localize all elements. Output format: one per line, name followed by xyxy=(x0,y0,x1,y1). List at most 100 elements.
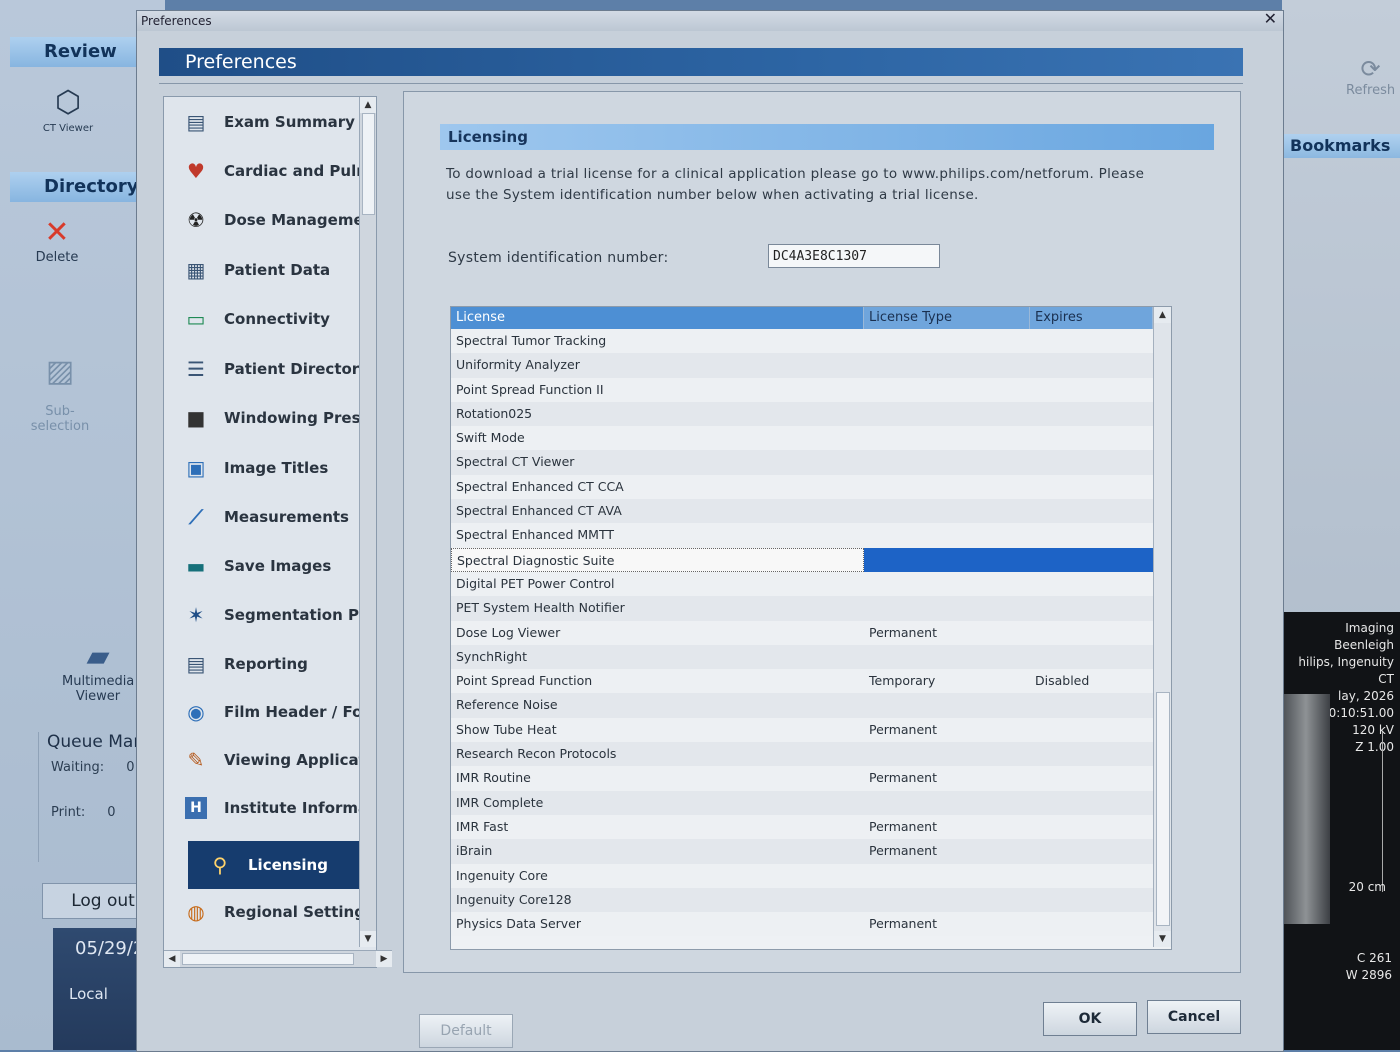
table-row[interactable]: Digital PET Power Control xyxy=(451,571,1153,597)
nav-scroll-thumb[interactable] xyxy=(362,113,375,215)
table-row[interactable]: Spectral CT Viewer xyxy=(451,450,1153,475)
close-icon[interactable]: ✕ xyxy=(1260,9,1277,29)
cell-license-type xyxy=(864,791,1030,815)
table-row[interactable]: Uniformity Analyzer xyxy=(451,353,1153,378)
table-row[interactable]: Spectral Tumor Tracking xyxy=(451,329,1153,354)
ok-button[interactable]: OK xyxy=(1043,1002,1137,1036)
sub-selection-tool[interactable]: ▨ Sub- selection xyxy=(30,340,90,435)
table-row[interactable]: IMR Fast Permanent xyxy=(451,814,1153,840)
nav-item-dose-management[interactable]: ☢ Dose Management xyxy=(164,197,374,243)
nav-item-reporting[interactable]: ▤ Reporting xyxy=(164,641,374,687)
cell-license-type xyxy=(864,523,1030,547)
table-scroll-up-icon[interactable]: ▲ xyxy=(1154,307,1171,323)
window-titlebar: Preferences ✕ xyxy=(137,9,1283,31)
preferences-nav: ▤ Exam Summary ♥ Cardiac and Pulmo ☢ Dose M… xyxy=(163,96,392,968)
table-row[interactable]: Spectral Enhanced MMTT xyxy=(451,523,1153,548)
nav-item-image-titles[interactable]: ▣ Image Titles xyxy=(164,445,374,491)
cell-license: Spectral Enhanced CT CCA xyxy=(456,478,624,494)
table-row[interactable]: iBrain Permanent xyxy=(451,839,1153,864)
cell-license-type xyxy=(864,475,1030,499)
cell-expires xyxy=(1030,402,1153,426)
nav-item-patient-data[interactable]: ▦ Patient Data xyxy=(164,247,374,293)
nav-item-institute-information[interactable]: HInstitute Informatio xyxy=(164,785,374,831)
cell-license: Dose Log Viewer xyxy=(456,624,561,640)
table-row[interactable]: Research Recon Protocols xyxy=(451,742,1153,767)
scroll-left-icon[interactable]: ◀ xyxy=(164,951,180,967)
table-scroll-down-icon[interactable]: ▼ xyxy=(1154,931,1171,947)
scroll-down-icon[interactable]: ▼ xyxy=(360,931,376,947)
cell-license: Show Tube Heat xyxy=(456,721,557,737)
nav-horizontal-scrollbar[interactable]: ◀ ▶ xyxy=(164,950,392,967)
table-row[interactable]: Ingenuity Core128 xyxy=(451,887,1153,913)
column-header-license[interactable]: License xyxy=(451,307,864,329)
cell-license-type xyxy=(864,693,1030,717)
table-row[interactable]: Rotation025 xyxy=(451,401,1153,427)
scroll-right-icon[interactable]: ▶ xyxy=(376,951,392,967)
table-row[interactable]: Reference Noise xyxy=(451,693,1153,718)
multimedia-viewer-tool[interactable]: ▰ Multimedia Viewer xyxy=(62,640,134,705)
table-vertical-scrollbar[interactable]: ▲ ▼ xyxy=(1153,307,1171,947)
cell-expires xyxy=(1030,572,1153,596)
cell-license-type xyxy=(864,426,1030,450)
cell-expires xyxy=(1030,547,1153,572)
monitor-icon: ▭ xyxy=(186,307,206,331)
segmentation-icon: ✶ xyxy=(187,603,205,627)
cell-license: Uniformity Analyzer xyxy=(456,357,580,373)
cell-license-type xyxy=(864,450,1030,474)
cell-expires xyxy=(1030,839,1153,863)
table-row[interactable]: Show Tube Heat Permanent xyxy=(451,717,1153,743)
table-row[interactable]: SynchRight xyxy=(451,644,1153,670)
scroll-up-icon[interactable]: ▲ xyxy=(360,97,376,113)
cell-license-type xyxy=(864,864,1030,888)
table-row[interactable]: Ingenuity Core xyxy=(451,863,1153,888)
nav-item-save-images[interactable]: ▬ Save Images xyxy=(164,543,374,589)
table-row[interactable]: Spectral Enhanced CT CCA xyxy=(451,474,1153,500)
delete-tool[interactable]: ✕ Delete xyxy=(30,216,84,266)
cell-license-type xyxy=(864,499,1030,523)
system-id-field[interactable] xyxy=(768,244,940,268)
cell-license-type: Permanent xyxy=(869,818,937,834)
hospital-icon: H xyxy=(185,797,207,819)
default-button[interactable]: Default xyxy=(419,1014,513,1048)
table-scroll-thumb[interactable] xyxy=(1156,692,1170,926)
table-row[interactable]: Point Spread Function Temporary Disabled xyxy=(451,669,1153,694)
table-row[interactable]: Spectral Enhanced CT AVA xyxy=(451,499,1153,524)
column-header-expires[interactable]: Expires xyxy=(1030,307,1153,329)
nav-item-licensing[interactable]: ⚲ Licensing xyxy=(188,841,374,889)
ct-viewer-tool[interactable]: ⬡ CT Viewer xyxy=(30,86,106,135)
cell-expires xyxy=(1030,523,1153,547)
cell-expires: Disabled xyxy=(1035,673,1090,689)
table-row[interactable]: Point Spread Function II xyxy=(451,377,1153,402)
table-row[interactable]: Swift Mode xyxy=(451,426,1153,451)
table-row[interactable]: Physics Data Server Permanent xyxy=(451,912,1153,937)
nav-item-cardiac-and-pulmo[interactable]: ♥ Cardiac and Pulmo xyxy=(164,148,374,194)
nav-item-viewing-applications[interactable]: ✎Viewing Application: xyxy=(164,737,374,783)
globe-icon: ◍ xyxy=(187,900,205,924)
nav-item-measurements[interactable]: ⟋ Measurements xyxy=(164,494,374,540)
nav-vertical-scrollbar[interactable]: ▲ ▼ xyxy=(359,97,376,947)
table-row[interactable]: PET System Health Notifier xyxy=(451,596,1153,621)
nav-item-exam-summary[interactable]: ▤ Exam Summary xyxy=(164,99,374,145)
cell-expires xyxy=(1030,621,1153,645)
cell-license-type xyxy=(864,596,1030,620)
nav-item-connectivity[interactable]: ▭ Connectivity xyxy=(164,296,374,342)
cancel-button[interactable]: Cancel xyxy=(1147,1000,1241,1034)
cell-license: Swift Mode xyxy=(456,430,525,446)
column-header-license-type[interactable]: License Type xyxy=(864,307,1030,329)
nav-item-segmentation-presets[interactable]: ✶Segmentation Prese xyxy=(164,592,374,638)
nav-item-regional-settings[interactable]: ◍ Regional Settings xyxy=(164,889,374,935)
table-row[interactable]: IMR Complete xyxy=(451,790,1153,815)
nav-hscroll-thumb[interactable] xyxy=(182,953,354,965)
refresh-tool[interactable]: ⟳ Refresh xyxy=(1346,55,1395,98)
nav-item-film-header-footer[interactable]: ◉Film Header / Footer xyxy=(164,689,374,735)
table-row[interactable]: Dose Log Viewer Permanent xyxy=(451,620,1153,645)
nav-item-patient-directory[interactable]: ☰ Patient Directory xyxy=(164,346,374,392)
nav-item-windowing-presets[interactable]: ■ Windowing Presets xyxy=(164,395,374,441)
cell-license-type xyxy=(864,353,1030,377)
table-row[interactable]: Spectral Diagnostic Suite xyxy=(451,547,1153,572)
cell-expires xyxy=(1030,888,1153,912)
image-viewer[interactable]: Imaging Beenleigh hilips, Ingenuity CT l… xyxy=(1282,612,1400,1050)
cell-license: Ingenuity Core128 xyxy=(456,891,572,907)
table-row[interactable]: IMR Routine Permanent xyxy=(451,766,1153,791)
cell-expires xyxy=(1030,596,1153,620)
